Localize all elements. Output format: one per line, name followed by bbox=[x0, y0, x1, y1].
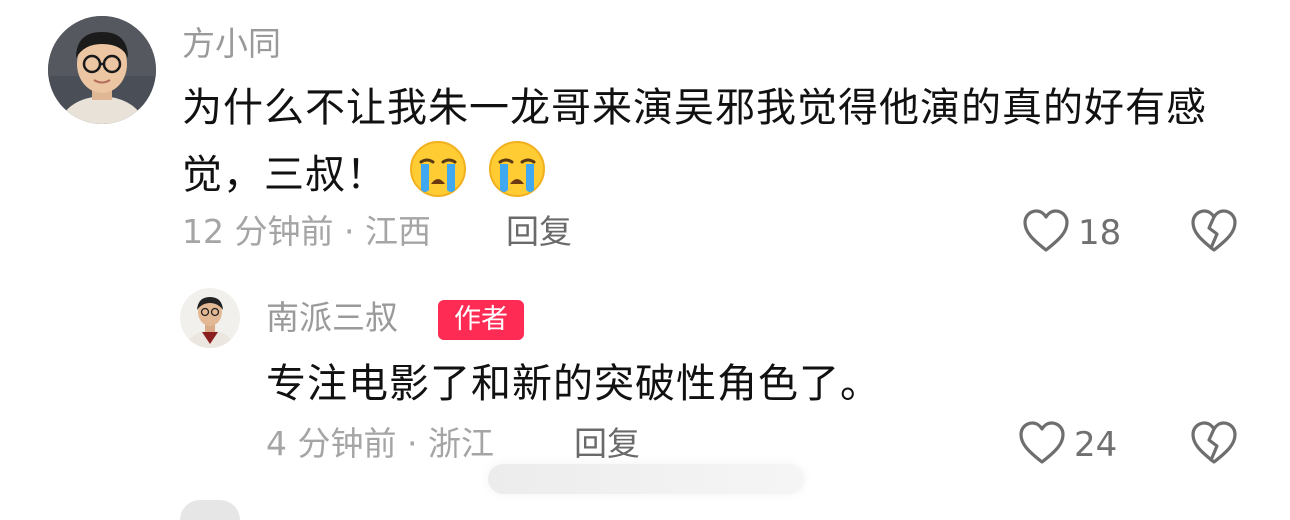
comment-text-content: 为什么不让我朱一龙哥来演吴邪我觉得他演的真的好有感觉，三叔！ bbox=[182, 85, 1207, 198]
broken-heart-icon bbox=[1190, 209, 1238, 258]
like-button[interactable]: 24 bbox=[1018, 420, 1117, 470]
dislike-button[interactable] bbox=[1190, 420, 1238, 470]
watermark bbox=[488, 464, 804, 494]
heart-icon bbox=[1018, 420, 1066, 470]
comment-username[interactable]: 方小同 bbox=[182, 24, 281, 64]
broken-heart-icon bbox=[1190, 421, 1238, 470]
avatar[interactable] bbox=[180, 288, 240, 348]
avatar[interactable] bbox=[48, 16, 156, 124]
reply-username[interactable]: 南派三叔 bbox=[266, 298, 398, 338]
crying-face-icon bbox=[409, 140, 467, 198]
like-count: 24 bbox=[1074, 425, 1118, 465]
like-count: 18 bbox=[1078, 213, 1122, 253]
reply-button[interactable]: 回复 bbox=[506, 212, 572, 252]
like-button[interactable]: 18 bbox=[1022, 208, 1121, 258]
author-badge: 作者 bbox=[438, 300, 524, 340]
reply-text: 专注电影了和新的突破性角色了。 bbox=[266, 361, 881, 407]
comment-time-location: 12 分钟前 · 江西 bbox=[182, 212, 431, 251]
dislike-button[interactable] bbox=[1190, 208, 1238, 258]
crying-face-icon bbox=[488, 140, 546, 198]
reply-time-location: 4 分钟前 · 浙江 bbox=[266, 424, 494, 463]
heart-icon bbox=[1022, 208, 1070, 258]
reply-button[interactable]: 回复 bbox=[574, 424, 640, 464]
avatar bbox=[180, 500, 240, 520]
comment-text: 为什么不让我朱一龙哥来演吴邪我觉得他演的真的好有感觉，三叔！ bbox=[182, 76, 1242, 207]
